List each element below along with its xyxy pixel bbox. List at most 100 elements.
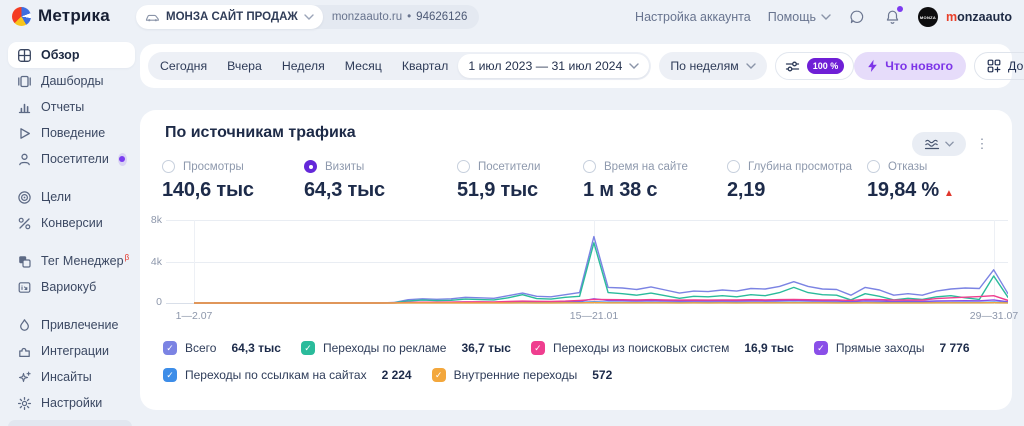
top-header: Метрика МОНЗА САЙТ ПРОДАЖ monzaauto.ru •…	[0, 0, 1024, 34]
granularity-dropdown[interactable]: По неделям	[659, 52, 767, 80]
goals-icon	[16, 190, 32, 205]
car-icon	[145, 14, 159, 21]
metric-radio-4[interactable]	[727, 160, 740, 173]
card-more-button[interactable]: ⋮	[974, 132, 990, 156]
chevron-down-icon	[945, 141, 954, 147]
counter-meta: monzaauto.ru • 94626126	[332, 11, 468, 23]
metric-value: 2,19	[727, 179, 766, 201]
range-today[interactable]: Сегодня	[150, 59, 217, 73]
sidebar-item-label: Отчеты	[41, 100, 85, 114]
legend-checkbox[interactable]	[163, 341, 177, 355]
sidebar-item-settings[interactable]: Настройки	[8, 390, 135, 416]
sidebar-item-label: Инсайты	[41, 370, 92, 384]
sidebar-item-variocube[interactable]: Вариокуб	[8, 274, 135, 300]
metric-bounce-rate[interactable]: Отказы 19,84 % ▲	[867, 160, 954, 202]
custom-date-range[interactable]: 1 июл 2023 — 31 июл 2024	[458, 54, 650, 78]
sliders-icon	[785, 61, 799, 71]
overview-icon	[16, 48, 32, 63]
legend-item-internal-traffic[interactable]: Внутренние переходы 572	[431, 368, 612, 382]
range-month[interactable]: Месяц	[335, 59, 392, 73]
sidebar-item-label: Тег Менеджерβ	[41, 253, 130, 269]
metrika-logo-text: Метрика	[38, 6, 110, 25]
sidebar-item-attraction[interactable]: Привлечение	[8, 312, 135, 338]
sidebar-item-label: Поведение	[41, 126, 106, 140]
sidebar-item-tag-manager[interactable]: Тег Менеджерβ	[8, 248, 135, 274]
sidebar-item-visitors[interactable]: Посетители	[8, 146, 135, 172]
legend-item-ad-traffic[interactable]: Переходы по рекламе 36,7 тыс	[300, 341, 511, 355]
variocube-icon	[16, 280, 32, 295]
metric-radio-0[interactable]	[162, 160, 175, 173]
metric-radio-5[interactable]	[867, 160, 880, 173]
x-tick-2: 15—21.01	[569, 310, 619, 322]
legend-item-direct-traffic[interactable]: Прямые заходы 7 776	[813, 341, 970, 355]
y-tick-4k: 4k	[150, 256, 162, 268]
metric-value: 140,6 тыс	[162, 179, 254, 201]
metric-visitors[interactable]: Посетители 51,9 тыс	[457, 160, 540, 202]
flame-icon	[16, 318, 32, 333]
metric-radio-2[interactable]	[457, 160, 470, 173]
metric-depth[interactable]: Глубина просмотра 2,19	[727, 160, 852, 202]
add-widget-icon	[987, 59, 1001, 73]
lightning-icon	[868, 59, 878, 72]
traffic-chart-lines[interactable]	[194, 217, 1008, 307]
chart-style-dropdown[interactable]	[912, 132, 966, 156]
counter-domain[interactable]: monzaauto.ru	[332, 11, 402, 23]
legend-item-total[interactable]: Всего 64,3 тыс	[163, 341, 281, 355]
sidebar-item-label: Интеграции	[41, 344, 110, 358]
counter-selector: МОНЗА САЙТ ПРОДАЖ monzaauto.ru • 9462612…	[136, 5, 480, 29]
conversions-icon	[16, 216, 32, 231]
date-range-value: 1 июл 2023 — 31 июл 2024	[468, 59, 623, 73]
beta-badge: β	[124, 253, 130, 263]
sidebar-collapsed-pill[interactable]	[8, 420, 132, 426]
sampling-control[interactable]: 100 %	[774, 52, 855, 80]
metric-pageviews[interactable]: Просмотры 140,6 тыс	[162, 160, 254, 202]
sidebar-item-label: Дашборды	[41, 74, 104, 88]
metrika-logo[interactable]: Метрика	[12, 6, 110, 26]
notifications-button[interactable]	[883, 6, 904, 26]
legend-checkbox[interactable]	[813, 341, 828, 355]
sidebar-item-label: Вариокуб	[41, 280, 97, 294]
add-button[interactable]: Добавить	[973, 52, 1024, 80]
sidebar-item-conversions[interactable]: Конверсии	[8, 210, 135, 236]
sidebar-item-behavior[interactable]: Поведение	[8, 120, 135, 146]
legend-item-search-traffic[interactable]: Переходы из поисковых систем 16,9 тыс	[530, 341, 794, 355]
avatar[interactable]: MONZA	[918, 7, 939, 27]
whats-new-button[interactable]: Что нового	[854, 52, 966, 80]
sidebar-item-goals[interactable]: Цели	[8, 184, 135, 210]
legend-checkbox[interactable]	[431, 368, 446, 382]
sidebar-item-dashboards[interactable]: Дашборды	[8, 68, 135, 94]
range-yesterday[interactable]: Вчера	[217, 59, 272, 73]
metric-time-on-site[interactable]: Время на сайте 1 м 38 с	[583, 160, 688, 202]
range-quarter[interactable]: Квартал	[392, 59, 458, 73]
account-settings-link[interactable]: Настройка аккаунта	[635, 10, 751, 24]
legend-item-link-traffic[interactable]: Переходы по ссылкам на сайтах 2 224	[163, 368, 412, 382]
insights-icon	[16, 370, 32, 385]
metrika-app: Метрика МОНЗА САЙТ ПРОДАЖ monzaauto.ru •…	[0, 0, 1024, 426]
gear-icon	[16, 396, 32, 411]
counter-dropdown[interactable]: МОНЗА САЙТ ПРОДАЖ	[136, 5, 323, 29]
legend-checkbox[interactable]	[530, 341, 545, 355]
legend-checkbox[interactable]	[163, 368, 177, 382]
chat-button[interactable]	[848, 8, 866, 26]
range-week[interactable]: Неделя	[272, 59, 335, 73]
sidebar-item-reports[interactable]: Отчеты	[8, 94, 135, 120]
help-menu[interactable]: Помощь	[768, 10, 831, 24]
counter-id: 94626126	[416, 11, 468, 23]
integrations-icon	[16, 344, 32, 359]
sidebar-item-label: Обзор	[41, 48, 80, 62]
chevron-down-icon	[746, 63, 756, 69]
sidebar-item-overview[interactable]: Обзор	[8, 42, 135, 68]
metric-visits[interactable]: Визиты 64,3 тыс	[304, 160, 385, 202]
legend-checkbox[interactable]	[300, 341, 315, 355]
metric-value: 51,9 тыс	[457, 179, 538, 201]
metric-radio-1[interactable]	[304, 160, 317, 173]
sidebar-item-insights[interactable]: Инсайты	[8, 364, 135, 390]
card-title: По источникам трафика	[165, 124, 356, 141]
sidebar-item-label: Цели	[41, 190, 72, 204]
sampling-badge: 100 %	[806, 58, 845, 74]
metric-radio-3[interactable]	[583, 160, 596, 173]
username[interactable]: monzaauto	[946, 10, 1012, 24]
sidebar-item-integrations[interactable]: Интеграции	[8, 338, 135, 364]
tag-manager-icon	[16, 254, 32, 269]
date-range-group: Сегодня Вчера Неделя Месяц Квартал 1 июл…	[148, 52, 652, 80]
